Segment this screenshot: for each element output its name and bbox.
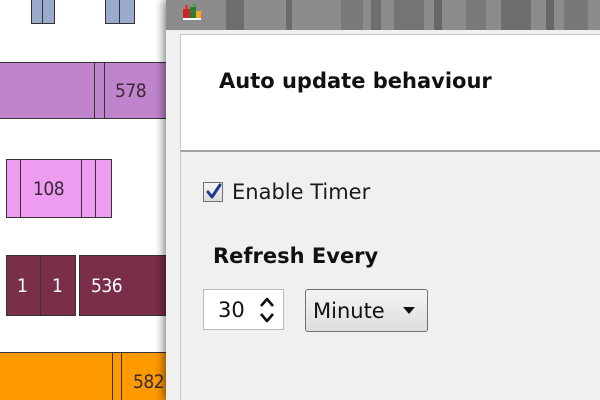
enable-timer-row[interactable]: Enable Timer — [203, 180, 370, 204]
spin-down-icon[interactable] — [258, 312, 276, 324]
block-label: 108 — [33, 177, 65, 200]
timeline-block[interactable]: 108 — [6, 159, 112, 218]
block-label: 536 — [91, 274, 123, 297]
refresh-interval-value[interactable]: 30 — [218, 298, 245, 322]
refresh-unit-dropdown[interactable]: Minute — [305, 289, 428, 332]
timeline-block[interactable]: 582 — [0, 352, 175, 400]
enable-timer-label[interactable]: Enable Timer — [232, 180, 370, 204]
block-label: 1 — [52, 274, 63, 297]
timeline-block[interactable]: 536 — [79, 255, 169, 316]
refresh-unit-value: Minute — [313, 299, 385, 323]
dialog-content: Enable Timer Refresh Every 30 Minute — [180, 152, 600, 400]
timeline-block[interactable]: 1 — [40, 255, 76, 316]
timeline-block[interactable]: 1 — [6, 255, 41, 316]
dialog-title: Auto update behaviour — [219, 69, 492, 93]
refresh-every-label: Refresh Every — [213, 244, 379, 268]
block-label: 1 — [17, 274, 28, 297]
timeline-block[interactable]: 578 — [0, 62, 175, 119]
spin-up-icon[interactable] — [258, 296, 276, 308]
app-icon — [183, 4, 201, 20]
timeline-block[interactable] — [105, 0, 135, 24]
dialog-header: Auto update behaviour — [180, 34, 600, 152]
refresh-interval-spinbox[interactable]: 30 — [203, 289, 284, 330]
chevron-down-icon — [403, 307, 415, 314]
title-bar[interactable] — [166, 0, 600, 30]
block-label: 582 — [133, 371, 165, 393]
background-timeline: 578 108 1 1 536 582 — [0, 0, 175, 400]
block-label: 578 — [115, 79, 147, 102]
enable-timer-checkbox[interactable] — [203, 182, 223, 202]
checkmark-icon — [206, 183, 222, 199]
auto-update-dialog: Auto update behaviour Enable Timer Refre… — [166, 0, 600, 400]
timeline-block[interactable] — [31, 0, 55, 24]
